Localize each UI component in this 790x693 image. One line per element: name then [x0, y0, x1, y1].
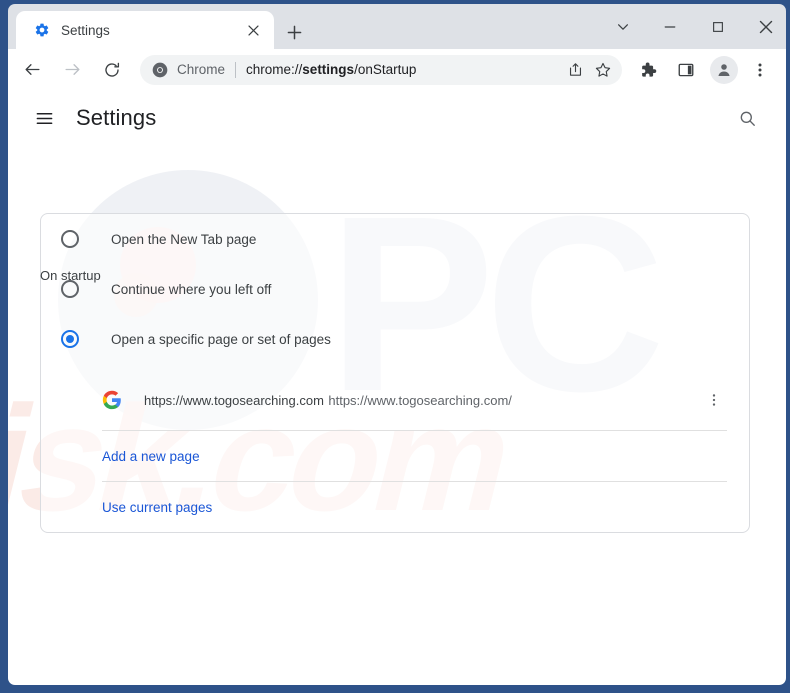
- forward-arrow-icon: [58, 56, 86, 84]
- close-icon[interactable]: [743, 10, 788, 43]
- settings-header: Settings: [8, 90, 786, 146]
- close-icon[interactable]: [242, 19, 264, 41]
- minimize-icon[interactable]: [647, 10, 692, 43]
- startup-option-new-tab[interactable]: Open the New Tab page: [41, 214, 749, 264]
- omnibox-url: chrome://settings/onStartup: [246, 62, 560, 77]
- startup-option-specific-pages[interactable]: Open a specific page or set of pages: [41, 314, 749, 364]
- google-g-icon: [102, 390, 122, 410]
- startup-option-label: Open the New Tab page: [111, 232, 256, 247]
- tab-settings[interactable]: Settings: [16, 11, 274, 49]
- tab-strip: Settings: [8, 4, 786, 49]
- startup-option-label: Continue where you left off: [111, 282, 271, 297]
- share-icon[interactable]: [562, 57, 588, 83]
- chevron-down-icon[interactable]: [600, 10, 645, 43]
- settings-page: PC risk.com Settings On startup: [8, 90, 786, 685]
- startup-page-texts: https://www.togosearching.com https://ww…: [144, 391, 701, 410]
- startup-page-row: https://www.togosearching.com https://ww…: [102, 370, 727, 430]
- section-label: On startup: [40, 268, 101, 283]
- radio-button[interactable]: [61, 230, 79, 248]
- puzzle-piece-icon[interactable]: [634, 56, 662, 84]
- use-current-pages-button[interactable]: Use current pages: [41, 482, 749, 532]
- tab-title: Settings: [61, 23, 242, 38]
- on-startup-card: Open the New Tab page Continue where you…: [40, 213, 750, 533]
- startup-option-label: Open a specific page or set of pages: [111, 332, 331, 347]
- page-title: Settings: [76, 105, 156, 131]
- three-dot-menu-icon[interactable]: [701, 387, 727, 413]
- browser-window: Settings: [0, 0, 790, 693]
- startup-page-title: https://www.togosearching.com: [144, 393, 324, 408]
- chrome-logo-icon: [152, 62, 168, 78]
- startup-page-url: https://www.togosearching.com/: [328, 393, 512, 408]
- use-current-pages-label: Use current pages: [102, 500, 212, 515]
- three-dot-menu-icon[interactable]: [746, 56, 774, 84]
- address-bar[interactable]: Chrome chrome://settings/onStartup: [140, 55, 622, 85]
- new-tab-button[interactable]: [282, 20, 306, 44]
- browser-toolbar: Chrome chrome://settings/onStartup: [8, 49, 786, 90]
- settings-gear-icon: [34, 22, 50, 38]
- add-new-page-label: Add a new page: [102, 449, 200, 464]
- maximize-icon[interactable]: [695, 10, 740, 43]
- back-arrow-icon[interactable]: [18, 56, 46, 84]
- hamburger-menu-icon[interactable]: [30, 104, 58, 132]
- star-icon[interactable]: [590, 57, 616, 83]
- startup-option-continue[interactable]: Continue where you left off: [41, 264, 749, 314]
- url-host: settings: [302, 62, 354, 77]
- reload-icon[interactable]: [98, 56, 126, 84]
- omnibox-divider: [235, 62, 236, 78]
- url-path: /onStartup: [354, 62, 416, 77]
- omnibox-scheme-label: Chrome: [177, 62, 225, 77]
- url-prefix: chrome://: [246, 62, 302, 77]
- side-panel-icon[interactable]: [672, 56, 700, 84]
- radio-button-selected[interactable]: [61, 330, 79, 348]
- profile-avatar-icon[interactable]: [710, 56, 738, 84]
- search-icon[interactable]: [732, 103, 762, 133]
- add-new-page-button[interactable]: Add a new page: [41, 431, 749, 481]
